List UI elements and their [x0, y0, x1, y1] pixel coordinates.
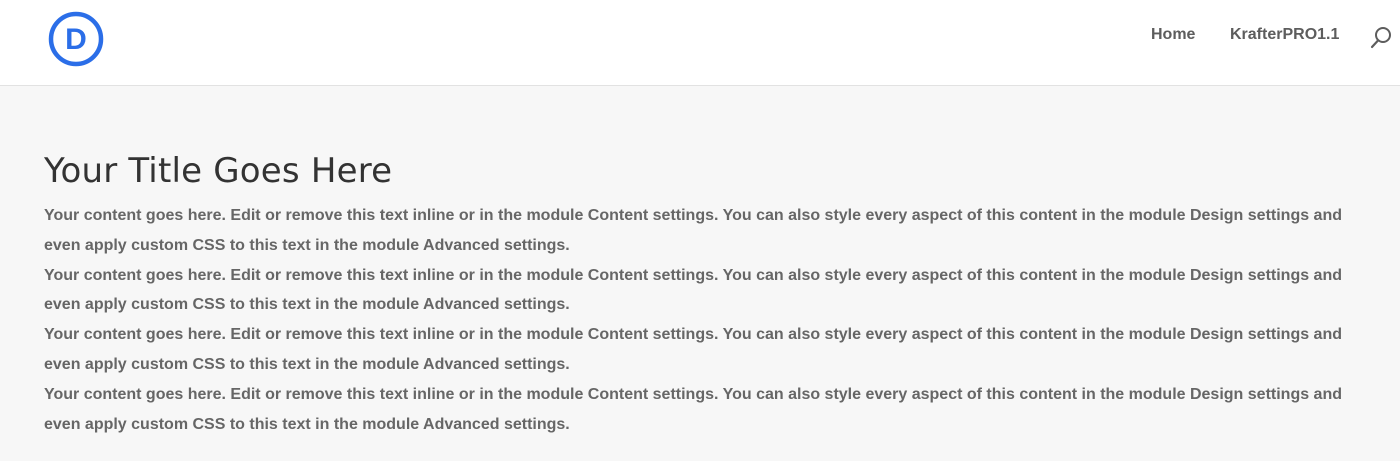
nav-item-krafterpro[interactable]: KrafterPRO1.1 [1230, 25, 1339, 45]
content-paragraph: Your content goes here. Edit or remove t… [44, 385, 1342, 433]
nav-item-home[interactable]: Home [1151, 25, 1195, 45]
search-icon [1370, 27, 1391, 49]
page-title: Your Title Goes Here [44, 151, 393, 191]
content-paragraph: Your content goes here. Edit or remove t… [44, 266, 1342, 314]
content-paragraph: Your content goes here. Edit or remove t… [44, 326, 1342, 373]
main-content: Your Title Goes Here Your content goes h… [44, 150, 1374, 439]
main-nav: Home KrafterPRO1.1 [0, 25, 1400, 45]
search-button[interactable] [1369, 26, 1393, 50]
content-paragraph: Your content goes here. Edit or remove t… [44, 207, 1342, 254]
site-header: D Home KrafterPRO1.1 [0, 0, 1400, 86]
